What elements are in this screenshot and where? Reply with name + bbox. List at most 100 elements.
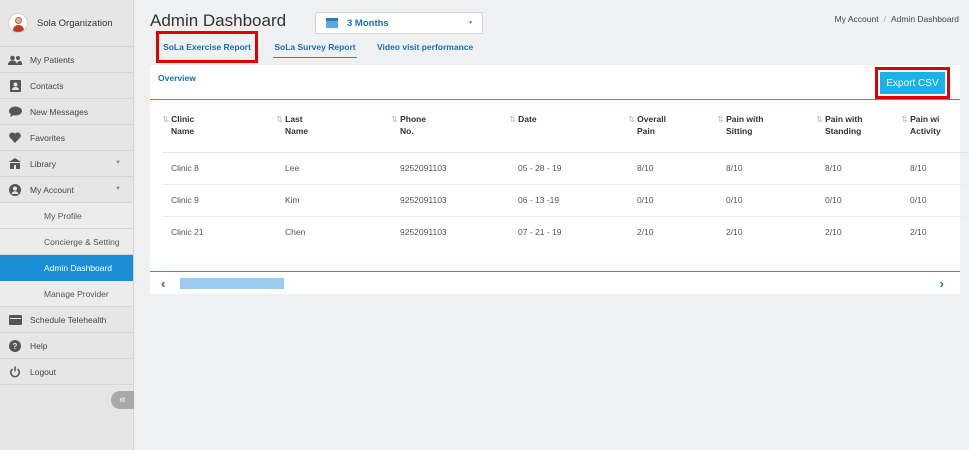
col-header-phone[interactable]: ⇅ Phone No.: [391, 113, 509, 153]
contacts-icon: [0, 79, 30, 92]
sidebar-item-label: Schedule Telehealth: [30, 314, 107, 325]
cell-pain-activity: 0/10: [901, 184, 969, 217]
sidebar-item-new-messages[interactable]: New Messages: [0, 99, 133, 125]
cell-pain-standing: 8/10: [816, 152, 901, 185]
table-header-row: ⇅ Clinic Name ⇅ Last Name ⇅ Phone No. ⇅ Date ⇅ O…: [162, 113, 969, 153]
help-icon: ?: [0, 339, 30, 352]
sort-icon: ⇅: [276, 114, 284, 124]
cell-clinic: Clinic 21: [171, 227, 204, 238]
users-icon: [0, 55, 30, 65]
heart-icon: [0, 132, 30, 143]
cell-pain-standing: 0/10: [816, 184, 901, 217]
sort-icon: ⇅: [717, 114, 725, 124]
sidebar-nav: My Patients Contacts New Messages Favori…: [0, 47, 133, 385]
cell-pain-activity: 2/10: [910, 227, 927, 238]
breadcrumb: My Account / Admin Dashboard: [835, 14, 959, 24]
sidebar-item-label: Concierge & Setting: [44, 236, 120, 247]
breadcrumb-item-admin-dashboard: Admin Dashboard: [890, 14, 959, 24]
col-header-overall-pain[interactable]: ⇅ Overall Pain: [628, 113, 717, 153]
cell-date: 05 - 28 - 19: [509, 152, 628, 185]
sort-icon: ⇅: [901, 114, 909, 124]
cell-last-name: Lee: [276, 152, 391, 185]
calendar-icon: [0, 314, 30, 325]
scroll-left-icon[interactable]: ‹: [161, 276, 165, 291]
col-header-pain-sitting[interactable]: ⇅ Pain with Sitting: [717, 113, 816, 153]
cell-last-name: Chen: [285, 227, 306, 238]
cell-clinic: Clinic 9: [162, 184, 276, 217]
col-header-clinic-name[interactable]: ⇅ Clinic Name: [162, 113, 276, 153]
tab-video-visit-performance[interactable]: Video visit performance: [377, 37, 473, 57]
org-header: Sola Organization: [0, 0, 133, 47]
tab-sola-survey-report[interactable]: SoLa Survey Report: [273, 37, 357, 58]
sort-icon: ⇅: [509, 114, 517, 124]
overview-link[interactable]: Overview: [158, 73, 196, 83]
sidebar-item-label: New Messages: [30, 106, 89, 117]
scroll-right-icon[interactable]: ›: [940, 276, 944, 291]
sidebar-item-label: Favorites: [30, 132, 65, 143]
sidebar-item-label: My Profile: [44, 210, 82, 221]
chevron-down-icon: ▼: [468, 20, 473, 26]
power-icon: [0, 366, 30, 378]
sort-icon: ⇅: [816, 114, 824, 124]
col-header-date[interactable]: ⇅ Date: [509, 113, 628, 153]
chevron-down-icon: ▼: [115, 186, 121, 192]
export-highlight: Export CSV: [875, 67, 950, 99]
library-icon: [0, 158, 30, 169]
account-icon: [0, 183, 30, 196]
cell-pain-activity: 8/10: [901, 152, 969, 185]
org-avatar: [8, 13, 28, 33]
col-header-last-name[interactable]: ⇅ Last Name: [276, 113, 391, 153]
sidebar-item-library[interactable]: Library ▼: [0, 151, 133, 177]
cell-phone: 9252091103: [391, 184, 509, 217]
cell-date: 06 - 13 -19: [509, 184, 628, 217]
cell-date: 07 - 21 - 19: [518, 227, 562, 238]
cell-clinic: Clinic 8: [162, 152, 276, 185]
sort-icon: ⇅: [162, 114, 170, 124]
message-icon: [0, 106, 30, 117]
sidebar-item-logout[interactable]: Logout: [0, 359, 133, 385]
table-row: Clinic 21 Chen 9252091103 07 - 21 - 19 2…: [162, 216, 969, 248]
sidebar-item-schedule-telehealth[interactable]: Schedule Telehealth: [0, 307, 133, 333]
cell-overall-pain: 8/10: [628, 152, 717, 185]
chevron-down-icon: ▼: [115, 160, 121, 166]
cell-pain-sitting: 0/10: [717, 184, 816, 217]
sidebar-item-label: Manage Provider: [44, 288, 109, 299]
table-row: Clinic 8 Lee 9252091103 05 - 28 - 19 8/1…: [162, 152, 969, 185]
calendar-icon: [326, 18, 338, 28]
sidebar-item-label: Admin Dashboard: [44, 262, 113, 273]
cell-last-name: Kim: [276, 184, 391, 217]
cell-phone: 9252091103: [400, 227, 447, 238]
col-header-pain-standing[interactable]: ⇅ Pain with Standing: [816, 113, 901, 153]
sidebar-item-concierge-setting[interactable]: Concierge & Setting: [0, 229, 133, 255]
sort-icon: ⇅: [391, 114, 399, 124]
report-table: ⇅ Clinic Name ⇅ Last Name ⇅ Phone No. ⇅ Date ⇅ O…: [162, 113, 969, 248]
cell-overall-pain: 0/10: [628, 184, 717, 217]
sidebar-item-admin-dashboard[interactable]: Admin Dashboard: [0, 255, 133, 281]
sidebar-item-my-patients[interactable]: My Patients: [0, 47, 133, 73]
sidebar-item-contacts[interactable]: Contacts: [0, 73, 133, 99]
tab-sola-exercise-report[interactable]: SoLa Exercise Report: [156, 31, 258, 63]
sidebar-item-label: Logout: [30, 366, 56, 377]
breadcrumb-separator: /: [883, 14, 886, 24]
export-csv-button[interactable]: Export CSV: [880, 72, 945, 94]
sidebar-item-label: Library: [30, 158, 56, 169]
cell-overall-pain: 2/10: [637, 227, 654, 238]
cell-pain-sitting: 8/10: [717, 152, 816, 185]
scroll-divider: [150, 271, 960, 272]
sidebar-item-help[interactable]: ? Help: [0, 333, 133, 359]
page-title: Admin Dashboard: [150, 11, 287, 30]
horizontal-scrollbar-thumb[interactable]: [180, 278, 284, 289]
sidebar-item-my-account[interactable]: My Account ▼: [0, 177, 133, 203]
date-range-select[interactable]: 3 Months ▼: [315, 12, 483, 34]
cell-pain-sitting: 2/10: [726, 227, 743, 238]
cell-phone: 9252091103: [391, 152, 509, 185]
breadcrumb-item-my-account[interactable]: My Account: [835, 14, 879, 24]
sidebar-collapse-button[interactable]: «: [111, 391, 134, 409]
cell-pain-standing: 2/10: [825, 227, 842, 238]
sidebar-item-manage-provider[interactable]: Manage Provider: [0, 281, 133, 307]
col-header-pain-activity[interactable]: ⇅ Pain wi Activity: [901, 113, 969, 153]
sidebar-item-my-profile[interactable]: My Profile: [0, 203, 133, 229]
sidebar-item-label: Contacts: [30, 80, 64, 91]
sidebar-item-favorites[interactable]: Favorites: [0, 125, 133, 151]
sidebar-item-label: My Patients: [30, 54, 75, 65]
